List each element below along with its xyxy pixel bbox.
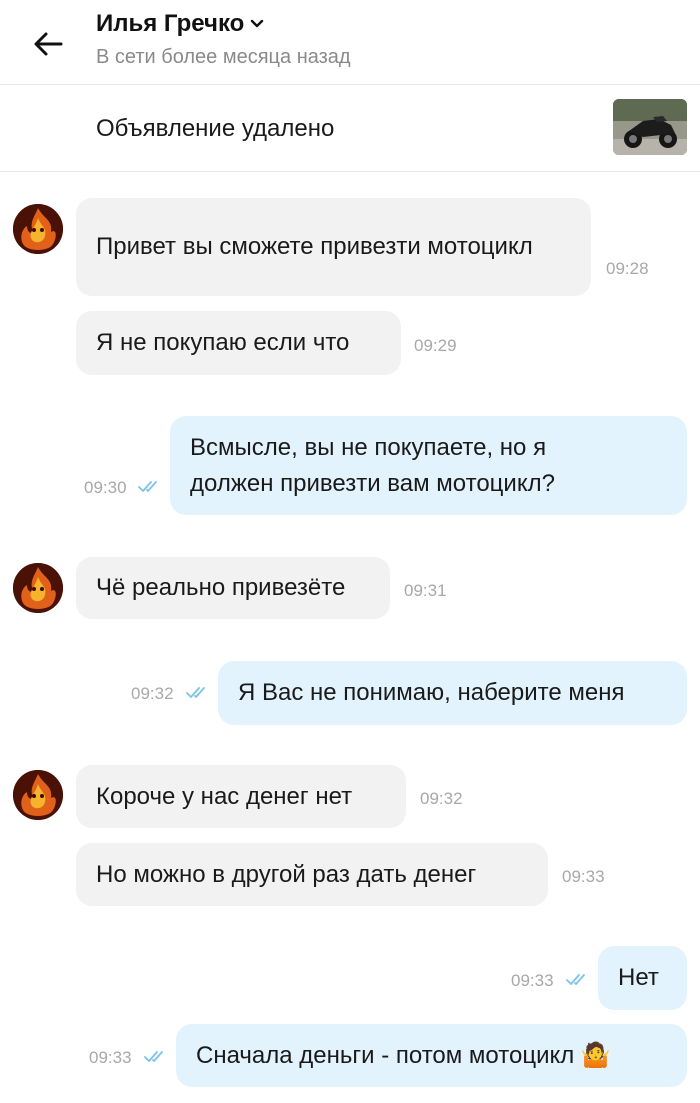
message-bubble-incoming[interactable]: Но можно в другой раз дать денег: [76, 843, 548, 906]
message-text: Но можно в другой раз дать денег: [96, 860, 477, 888]
message-text: Сначала деньги - потом мотоцикл 🤷: [196, 1041, 611, 1069]
arrow-left-icon: [34, 32, 63, 56]
read-checkmarks-icon: [186, 687, 205, 698]
fire-avatar-image: [13, 563, 63, 613]
message-time: 09:31: [404, 581, 447, 600]
message-bubble-incoming[interactable]: Короче у нас денег нет: [76, 765, 406, 828]
message-text: Короче у нас денег нет: [96, 782, 353, 810]
contact-avatar[interactable]: [13, 563, 63, 613]
message-text: Нет: [618, 964, 659, 991]
message-text: Привет вы сможете привезти мотоцикл: [96, 233, 533, 260]
read-checkmarks-icon: [566, 974, 585, 985]
read-checkmarks-icon: [138, 481, 157, 492]
contact-name: Илья Гречко: [96, 10, 245, 37]
message-bubble-incoming[interactable]: Чё реально привезёте: [76, 557, 390, 619]
message-time: 09:29: [414, 336, 457, 355]
chat-header: Илья Гречко В сети более месяца назад: [0, 0, 700, 85]
message-time: 09:32: [420, 789, 463, 808]
read-checkmarks-icon: [144, 1051, 163, 1062]
motorcycle-photo: [613, 99, 687, 155]
listing-status: Объявление удалено: [96, 115, 335, 142]
message-text: Чё реально привезёте: [96, 574, 346, 601]
back-button[interactable]: [28, 24, 68, 64]
message-time: 09:33: [562, 867, 605, 886]
message-text: Всмысле, вы не покупаете, но я должен пр…: [190, 433, 555, 497]
contact-avatar[interactable]: [13, 770, 63, 820]
fire-avatar-image: [13, 770, 63, 820]
message-time: 09:32: [131, 684, 174, 703]
listing-banner[interactable]: Объявление удалено: [0, 85, 700, 172]
message-time: 09:33: [89, 1048, 132, 1067]
message-bubble-outgoing[interactable]: Я Вас не понимаю, наберите меня: [218, 661, 687, 725]
chevron-down-icon: [251, 19, 264, 28]
message-time: 09:30: [84, 478, 127, 497]
message-bubble-outgoing[interactable]: Всмысле, вы не покупаете, но я должен пр…: [170, 416, 687, 515]
contact-title[interactable]: Илья Гречко: [96, 10, 264, 38]
message-bubble-incoming[interactable]: Привет вы сможете привезти мотоцикл: [76, 198, 591, 296]
message-time: 09:33: [511, 971, 554, 990]
message-bubble-outgoing[interactable]: Сначала деньги - потом мотоцикл 🤷: [176, 1024, 687, 1087]
message-text: Я Вас не понимаю, наберите меня: [238, 679, 625, 706]
message-text: Я не покупаю если что: [96, 329, 350, 356]
contact-avatar[interactable]: [13, 204, 63, 254]
online-status: В сети более месяца назад: [96, 46, 351, 68]
message-bubble-outgoing[interactable]: Нет: [598, 946, 687, 1010]
message-bubble-incoming[interactable]: Я не покупаю если что: [76, 311, 401, 375]
fire-avatar-image: [13, 204, 63, 254]
message-time: 09:28: [606, 259, 649, 278]
listing-thumbnail[interactable]: [613, 99, 687, 155]
